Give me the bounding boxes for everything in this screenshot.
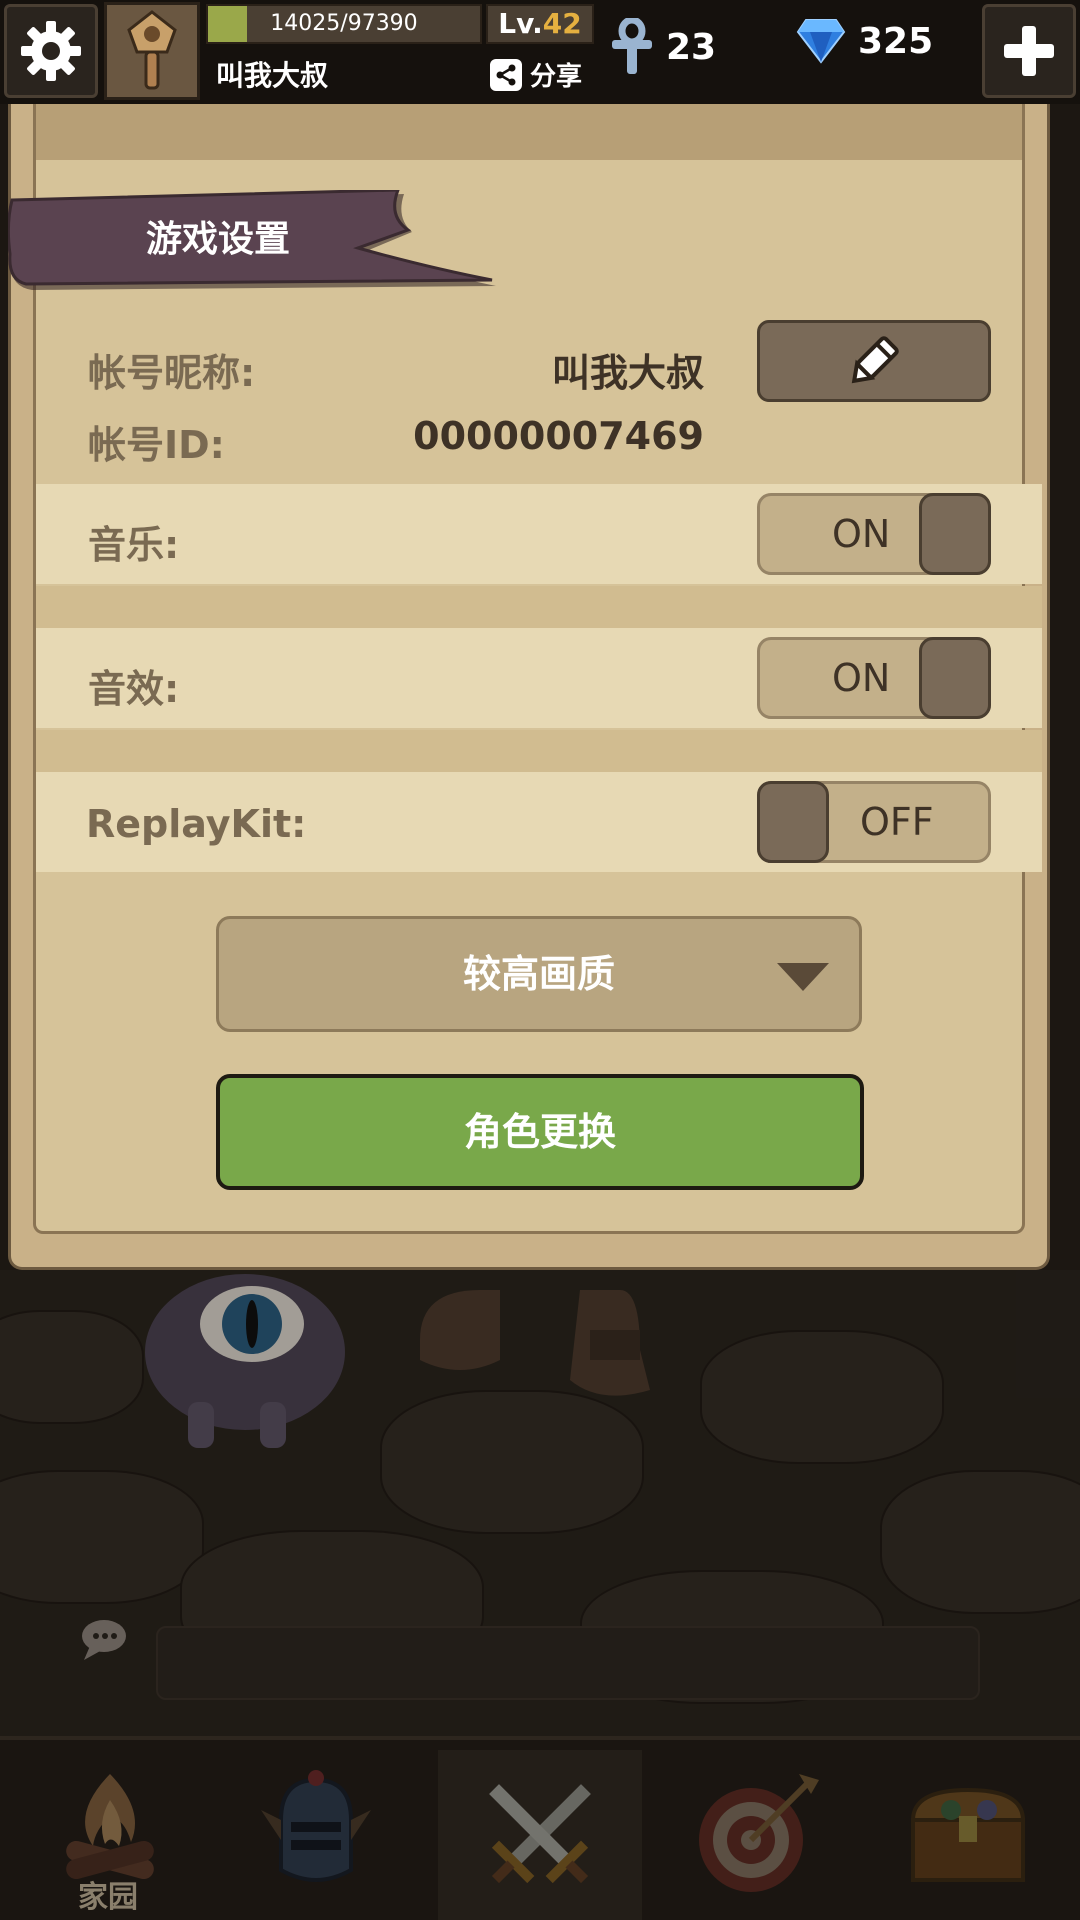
- ankh-currency: 23: [610, 18, 716, 76]
- target-icon: [699, 1774, 819, 1892]
- replaykit-toggle[interactable]: OFF: [757, 781, 991, 863]
- account-id-value: 00000007469: [413, 414, 704, 458]
- chat-icon[interactable]: [74, 1616, 134, 1666]
- crossed-swords-icon: [489, 1784, 591, 1884]
- replaykit-toggle-state: OFF: [860, 800, 934, 844]
- level-prefix: Lv.: [498, 7, 543, 40]
- xp-text: 14025/97390: [270, 11, 418, 36]
- plus-icon: [1004, 26, 1054, 76]
- sfx-toggle-knob: [919, 637, 991, 719]
- nav-shop[interactable]: [866, 1750, 1070, 1920]
- nickname-label: 帐号昵称:: [88, 351, 256, 395]
- level-number: 42: [542, 7, 582, 40]
- share-icon: [490, 58, 522, 91]
- cyclops-pet: [145, 1274, 345, 1448]
- graphics-quality-dropdown[interactable]: 较高画质: [216, 916, 862, 1032]
- music-toggle-knob: [919, 493, 991, 575]
- replaykit-label: ReplayKit:: [86, 802, 307, 846]
- treasure-chest-icon: [910, 1787, 1026, 1882]
- avatar[interactable]: [104, 2, 200, 100]
- sfx-label: 音效:: [88, 667, 180, 711]
- ankh-count: 23: [666, 26, 717, 68]
- sfx-toggle[interactable]: ON: [757, 637, 991, 719]
- level-badge: Lv.42: [486, 4, 594, 44]
- change-character-label: 角色更换: [463, 1110, 616, 1154]
- xp-bar: 14025/97390: [206, 4, 482, 44]
- player-name: 叫我大叔: [216, 59, 329, 92]
- top-bar: 14025/97390 Lv.42 叫我大叔 分享 23 325: [0, 0, 1080, 104]
- nav-hero[interactable]: [214, 1750, 418, 1920]
- add-currency-button[interactable]: [982, 4, 1076, 98]
- account-id-label: 帐号ID:: [88, 423, 225, 467]
- replaykit-toggle-knob: [757, 781, 829, 863]
- music-label: 音乐:: [88, 523, 180, 567]
- music-toggle-state: ON: [832, 512, 891, 556]
- knight-helmet-icon: [261, 1770, 371, 1882]
- ankh-icon: [612, 18, 652, 74]
- nickname-value: 叫我大叔: [551, 351, 704, 395]
- gem-icon: [796, 19, 846, 64]
- nav-battle[interactable]: [438, 1750, 642, 1920]
- edit-nickname-button[interactable]: [757, 320, 991, 402]
- sfx-toggle-state: ON: [832, 656, 891, 700]
- hero-feet: [420, 1290, 650, 1396]
- nav-home-label: 家园: [78, 1880, 138, 1915]
- chat-input-bar[interactable]: [156, 1626, 980, 1700]
- nav-quest[interactable]: [654, 1750, 858, 1920]
- settings-title: 游戏设置: [146, 219, 291, 260]
- change-character-button[interactable]: 角色更换: [216, 1074, 864, 1190]
- gear-icon: [21, 21, 81, 81]
- gem-currency: 325: [796, 18, 933, 64]
- pencil-icon: [851, 336, 899, 384]
- share-label: 分享: [530, 62, 583, 92]
- settings-button[interactable]: [4, 4, 98, 98]
- gem-count: 325: [858, 20, 934, 62]
- music-toggle[interactable]: ON: [757, 493, 991, 575]
- dropdown-arrow-icon: [777, 963, 829, 991]
- bottom-nav: [0, 1736, 1080, 1920]
- share-button[interactable]: 分享: [490, 56, 582, 93]
- torch-avatar-icon: [127, 10, 177, 90]
- graphics-quality-value: 较高画质: [462, 952, 615, 996]
